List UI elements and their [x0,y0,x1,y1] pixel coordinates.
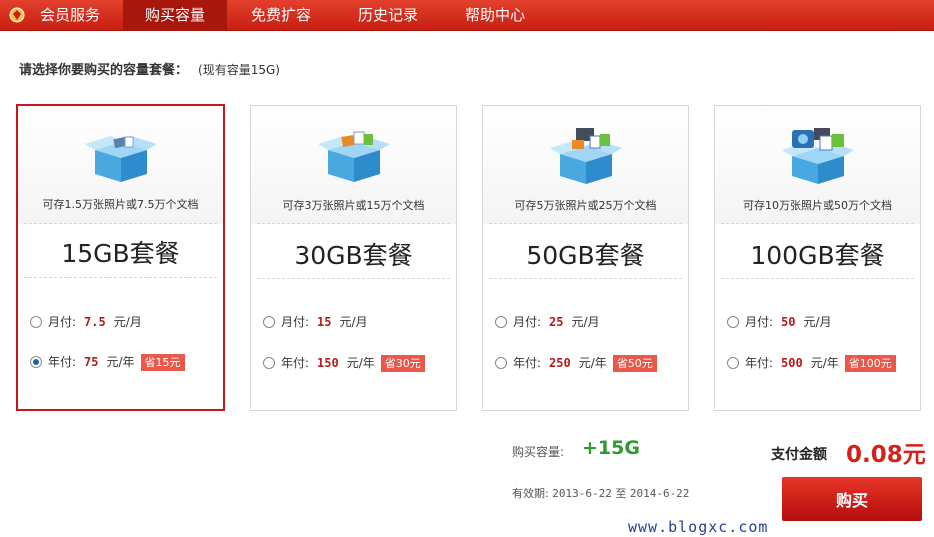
pay-amount-label: 支付金额 [771,447,827,463]
current-capacity: (现有容量15G) [198,63,280,77]
monthly-unit: 元/月 [571,315,600,329]
yearly-radio[interactable] [263,357,275,369]
yearly-label: 年付: [281,356,310,370]
monthly-unit: 元/月 [113,315,142,329]
yearly-unit: 元/年 [578,356,607,370]
yearly-radio[interactable] [30,356,42,368]
storage-box-icon [317,131,390,182]
monthly-option[interactable]: 月付: 25 元/月 [495,313,600,331]
monthly-label: 月付: [513,315,542,329]
yearly-option[interactable]: 年付: 150 元/年 省30元 [263,354,425,372]
divider [721,223,914,224]
save-badge: 省30元 [380,355,425,372]
yearly-unit: 元/年 [810,356,839,370]
divider [257,223,450,224]
nav-buy-capacity[interactable]: 购买容量 [123,0,227,31]
valid-from: 2013-6-22 [552,487,612,500]
validity-period: 有效期: 2013-6-22 至 2014-6-22 [512,485,689,501]
yearly-unit: 元/年 [106,355,135,369]
package-title: 50GB套餐 [526,241,645,270]
package-card-50gb[interactable]: 可存5万张照片或25万个文档 50GB套餐 月付: 25 元/月 年付: 250 元/年… [482,105,689,411]
package-title: 15GB套餐 [61,239,180,268]
yearly-price: 500 [781,356,803,370]
monthly-label: 月付: [281,315,310,329]
package-desc: 可存10万张照片或50万个文档 [743,199,892,212]
yearly-price: 150 [317,356,339,370]
yearly-option[interactable]: 年付: 250 元/年 省50元 [495,354,657,372]
storage-box-icon [84,136,157,182]
package-desc: 可存3万张照片或15万个文档 [282,199,425,212]
monthly-price: 50 [781,315,796,329]
monthly-unit: 元/月 [339,315,368,329]
yearly-label: 年付: [513,356,542,370]
save-badge: 省100元 [844,355,896,372]
nav-help-center[interactable]: 帮助中心 [450,0,540,31]
monthly-label: 月付: [745,315,774,329]
monthly-option[interactable]: 月付: 50 元/月 [727,313,832,331]
yearly-label: 年付: [745,356,774,370]
monthly-option[interactable]: 月付: 7.5 元/月 [30,313,142,331]
package-desc: 可存5万张照片或25万个文档 [514,199,657,212]
nav-member-service[interactable]: 会员服务 [26,0,114,31]
divider [24,277,217,278]
storage-box-icon [781,128,854,184]
package-title: 30GB套餐 [294,241,413,270]
monthly-option[interactable]: 月付: 15 元/月 [263,313,368,331]
monthly-price: 15 [317,315,332,329]
monthly-unit: 元/月 [803,315,832,329]
pay-amount: 0.08元 [846,442,926,468]
nav-free-expand[interactable]: 免费扩容 [236,0,326,31]
monthly-radio[interactable] [495,316,507,328]
prompt-text: 请选择你要购买的容量套餐： [19,63,189,78]
package-card-15gb[interactable]: 可存1.5万张照片或7.5万个文档 15GB套餐 月付: 7.5 元/月 年付: 75… [16,104,225,411]
capacity-value: +15G [582,437,640,459]
vip-logo-icon [9,7,25,23]
divider [489,278,682,279]
watermark: www.blogxc.com [628,518,769,536]
nav-history[interactable]: 历史记录 [343,0,433,31]
monthly-price: 7.5 [84,315,106,329]
valid-to-word: 至 [615,487,627,500]
yearly-option[interactable]: 年付: 500 元/年 省100元 [727,354,896,372]
monthly-label: 月付: [48,315,77,329]
divider [24,223,217,224]
package-card-30gb[interactable]: 可存3万张照片或15万个文档 30GB套餐 月付: 15 元/月 年付: 150 元/年… [250,105,457,411]
yearly-radio[interactable] [727,357,739,369]
divider [721,278,914,279]
monthly-radio[interactable] [727,316,739,328]
storage-box-icon [549,128,622,184]
package-card-100gb[interactable]: 可存10万张照片或50万个文档 100GB套餐 月付: 50 元/月 年付: 500 元… [714,105,921,411]
yearly-label: 年付: [48,355,77,369]
capacity-label: 购买容量: [512,445,565,459]
package-desc: 可存1.5万张照片或7.5万个文档 [42,198,199,211]
valid-label: 有效期: [512,487,549,500]
monthly-radio[interactable] [263,316,275,328]
yearly-price: 250 [549,356,571,370]
divider [489,223,682,224]
yearly-option[interactable]: 年付: 75 元/年 省15元 [30,353,185,371]
valid-to: 2014-6-22 [629,487,690,500]
monthly-radio[interactable] [30,316,42,328]
yearly-unit: 元/年 [346,356,375,370]
divider [257,278,450,279]
top-nav: 会员服务 购买容量 免费扩容 历史记录 帮助中心 [0,0,934,31]
yearly-radio[interactable] [495,357,507,369]
package-title: 100GB套餐 [750,241,885,270]
buy-button[interactable]: 购买 [782,477,922,521]
package-prompt: 请选择你要购买的容量套餐： (现有容量15G) [19,59,280,78]
yearly-price: 75 [84,355,99,369]
save-badge: 省50元 [612,355,657,372]
save-badge: 省15元 [140,354,185,371]
monthly-price: 25 [549,315,564,329]
